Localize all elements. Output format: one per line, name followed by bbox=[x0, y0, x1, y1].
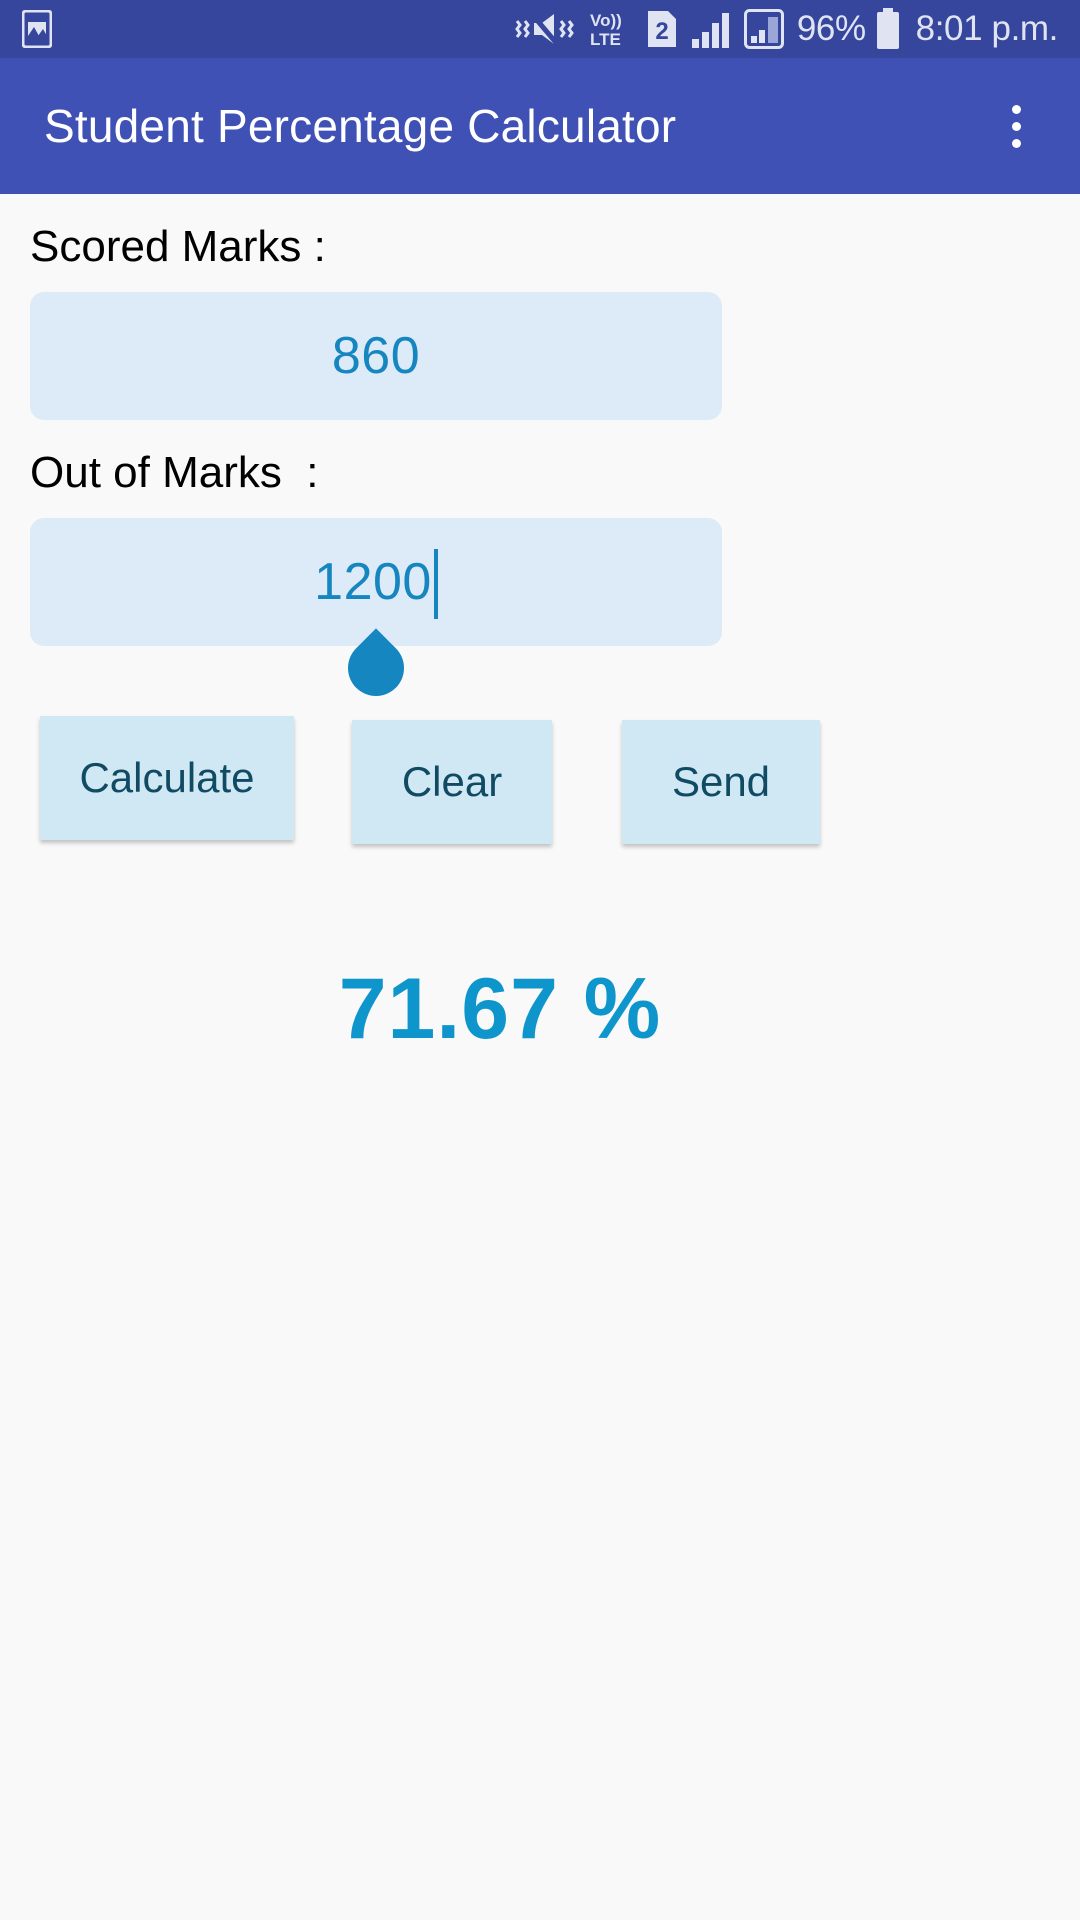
main-content: Scored Marks : 860 Out of Marks : 1200 C… bbox=[0, 194, 1080, 1920]
volte-icon: Vo)) LTE bbox=[589, 8, 633, 50]
calculate-button[interactable]: Calculate bbox=[40, 716, 294, 840]
action-button-row: Calculate Clear Send bbox=[30, 716, 820, 844]
overflow-menu-icon[interactable] bbox=[988, 83, 1044, 169]
status-bar: Vo)) LTE 2 96% 8:01 p.m. bbox=[0, 0, 1080, 58]
app-bar: Student Percentage Calculator bbox=[0, 58, 1080, 194]
svg-text:2: 2 bbox=[655, 18, 668, 45]
scored-marks-input[interactable]: 860 bbox=[30, 292, 722, 420]
vibrate-mute-icon bbox=[514, 9, 576, 49]
battery-icon bbox=[875, 8, 901, 50]
clock-label: 8:01 p.m. bbox=[915, 9, 1059, 48]
signal-box-icon bbox=[743, 9, 784, 49]
overflow-dot bbox=[1011, 138, 1021, 148]
text-selection-handle[interactable] bbox=[336, 628, 416, 708]
handle-drop-shape bbox=[336, 628, 416, 708]
text-caret bbox=[433, 549, 438, 619]
svg-text:LTE: LTE bbox=[590, 30, 621, 49]
status-bar-right: Vo)) LTE 2 96% 8:01 p.m. bbox=[514, 8, 1058, 50]
out-of-marks-value: 1200 bbox=[314, 553, 432, 611]
scored-marks-label: Scored Marks : bbox=[30, 222, 326, 271]
scored-marks-value: 860 bbox=[331, 327, 421, 385]
out-of-marks-input[interactable]: 1200 bbox=[30, 518, 722, 708]
percentage-result: 71.67 % bbox=[338, 961, 662, 1057]
battery-percent-label: 96% bbox=[796, 9, 866, 48]
send-button[interactable]: Send bbox=[622, 720, 820, 844]
image-icon bbox=[21, 9, 53, 49]
svg-text:Vo)): Vo)) bbox=[590, 11, 622, 30]
sim-2-icon: 2 bbox=[646, 9, 678, 49]
overflow-dot bbox=[1011, 121, 1021, 131]
clear-button[interactable]: Clear bbox=[352, 720, 552, 844]
overflow-dot bbox=[1011, 104, 1021, 114]
page-title: Student Percentage Calculator bbox=[44, 100, 677, 152]
status-bar-left bbox=[21, 9, 53, 49]
result-area: 71.67 % bbox=[30, 960, 970, 1059]
out-of-marks-label: Out of Marks : bbox=[30, 448, 319, 497]
app-screen: Vo)) LTE 2 96% 8:01 p.m. Student Percent… bbox=[0, 0, 1080, 1920]
signal-bars-icon bbox=[691, 9, 731, 49]
